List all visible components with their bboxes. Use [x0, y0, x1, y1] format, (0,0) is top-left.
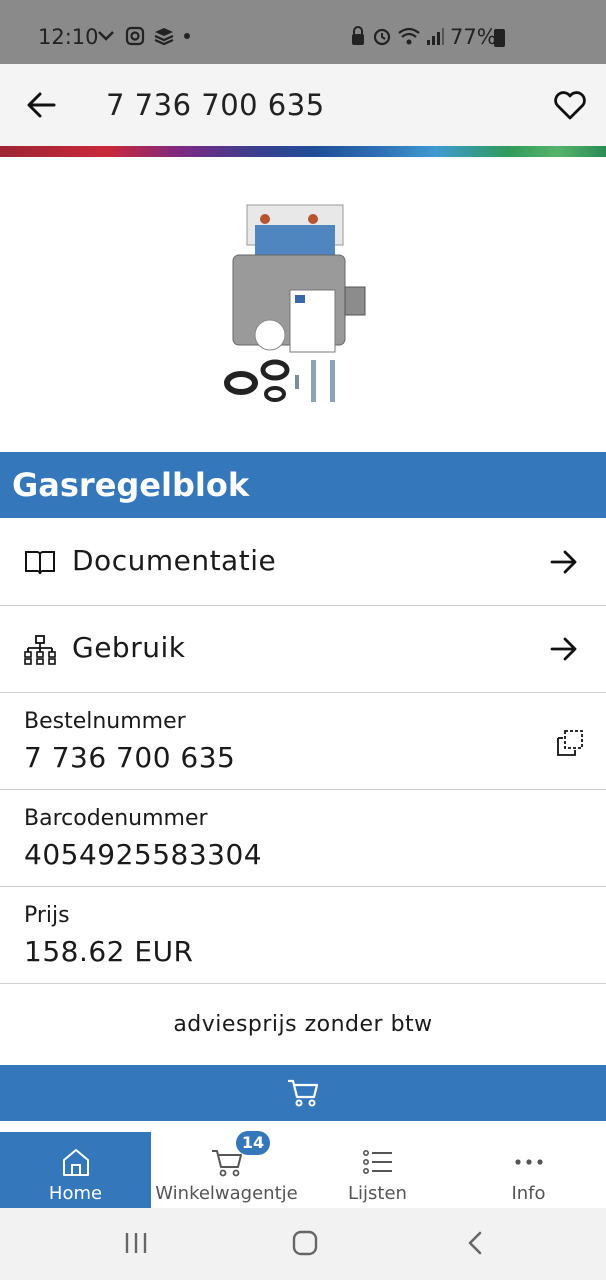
arrow-right-icon	[550, 637, 577, 661]
dot-icon	[184, 33, 190, 39]
instagram-icon	[125, 26, 145, 46]
tab-home-label: Home	[48, 1183, 103, 1204]
order-number-value: 7 736 700 635	[24, 741, 236, 774]
product-image[interactable]	[195, 195, 375, 415]
bottom-navigation: Home Winkelwagentje Lijsten Info	[0, 1132, 606, 1208]
copy-icon[interactable]	[556, 729, 584, 757]
back-button-icon[interactable]	[465, 1230, 485, 1256]
status-time: 12:10	[38, 25, 99, 49]
product-name: Gasregelblok	[12, 466, 250, 504]
back-arrow-icon[interactable]	[24, 86, 58, 124]
arrow-right-icon	[550, 550, 577, 574]
tab-cart-label: Winkelwagentje	[155, 1183, 298, 1204]
home-icon	[62, 1149, 89, 1176]
barcode-value: 4054925583304	[24, 838, 263, 871]
product-title-band: Gasregelblok	[0, 452, 606, 518]
cart-count-badge: 14	[236, 1131, 270, 1155]
usage-link[interactable]: Gebruik	[0, 606, 606, 693]
price-row: Prijs 158.62 EUR	[0, 887, 606, 984]
wifi-icon	[398, 27, 420, 45]
notification-icons	[97, 26, 191, 46]
tab-cart[interactable]: Winkelwagentje	[151, 1132, 302, 1208]
cart-icon	[211, 1150, 242, 1177]
battery-percentage: 77%	[450, 25, 497, 49]
book-icon	[25, 551, 55, 575]
system-navigation-bar	[0, 1208, 606, 1280]
order-number-label: Bestelnummer	[24, 709, 186, 734]
page-title: 7 736 700 635	[106, 88, 325, 122]
tab-info[interactable]: Info	[453, 1132, 604, 1208]
system-icons	[350, 26, 444, 46]
price-note: adviesprijs zonder btw	[0, 984, 606, 1064]
stack-icon	[154, 28, 174, 46]
documentation-label: Documentatie	[72, 544, 277, 577]
app-bar: 7 736 700 635	[0, 64, 606, 146]
battery-icon	[494, 29, 505, 47]
favorite-heart-icon[interactable]	[552, 88, 588, 122]
status-bar: 12:10 77%	[0, 0, 606, 64]
more-icon	[514, 1159, 543, 1165]
add-to-cart-button[interactable]	[0, 1065, 606, 1121]
brand-color-stripe	[0, 146, 606, 157]
price-label: Prijs	[24, 903, 70, 928]
recent-apps-icon[interactable]	[124, 1230, 148, 1256]
tab-home[interactable]: Home	[0, 1132, 151, 1208]
lock-icon	[352, 26, 364, 45]
barcode-label: Barcodenummer	[24, 806, 208, 831]
price-note-text: adviesprijs zonder btw	[173, 1012, 433, 1037]
price-value: 158.62 EUR	[24, 935, 194, 968]
home-button-icon[interactable]	[292, 1230, 318, 1256]
cart-icon	[288, 1079, 319, 1107]
documentation-link[interactable]: Documentatie	[0, 519, 606, 606]
order-number-row: Bestelnummer 7 736 700 635	[0, 693, 606, 790]
signal-icon	[427, 28, 444, 45]
hierarchy-icon	[24, 635, 56, 665]
barcode-row: Barcodenummer 4054925583304	[0, 790, 606, 887]
tab-lists-label: Lijsten	[348, 1183, 407, 1204]
alarm-icon	[373, 28, 391, 46]
tab-lists[interactable]: Lijsten	[302, 1132, 453, 1208]
tab-info-label: Info	[511, 1183, 546, 1204]
usage-label: Gebruik	[72, 631, 186, 664]
list-icon	[362, 1150, 392, 1174]
missed-call-icon	[98, 31, 114, 41]
